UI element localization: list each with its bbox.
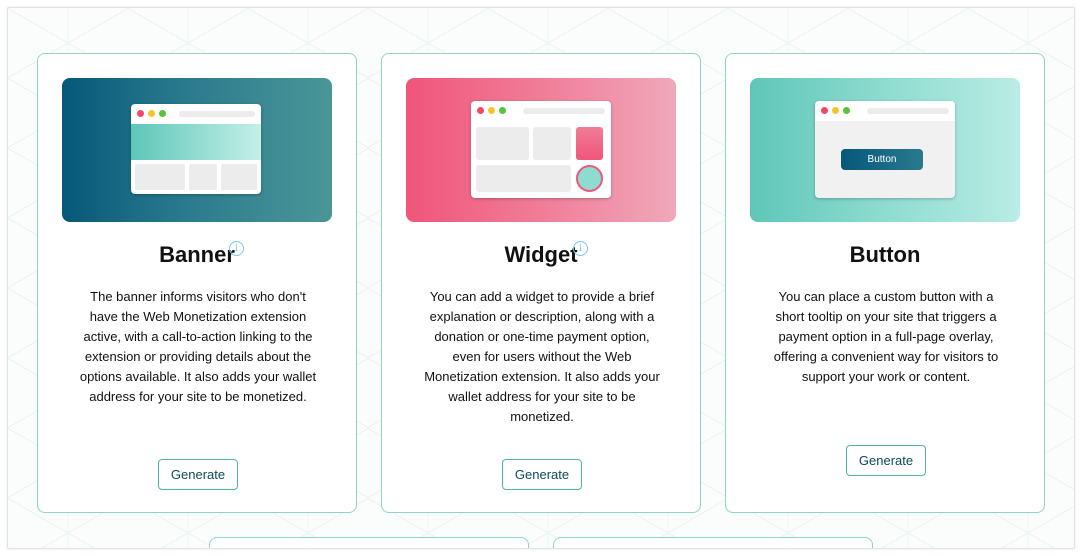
button-preview-image: Button [750,78,1020,222]
card-description: You can add a widget to provide a brief … [424,289,660,424]
generate-button-button[interactable]: Generate [846,445,926,476]
browser-window-illustration: Button [815,101,955,198]
generate-banner-button[interactable]: Generate [158,459,238,490]
next-row-card [209,537,529,548]
browser-window-illustration [131,104,261,194]
widget-preview-image [406,78,676,222]
page-frame: Banner i The banner informs visitors who… [7,7,1075,549]
banner-card: Banner i The banner informs visitors who… [37,53,357,513]
card-title: Button [849,242,921,267]
info-icon[interactable]: i [229,241,244,256]
card-title: Widget [504,242,578,267]
card-description: The banner informs visitors who don't ha… [79,289,317,404]
preview-button-illustration: Button [841,149,923,170]
info-icon[interactable]: i [573,241,588,256]
card-title: Banner [159,242,235,267]
widget-card: Widget i You can add a widget to provide… [381,53,701,513]
banner-preview-image [62,78,332,222]
button-card: Button Button You can place a custom but… [725,53,1045,513]
next-row-card [553,537,873,548]
browser-window-illustration [471,101,611,198]
card-description: You can place a custom button with a sho… [773,289,999,384]
generate-widget-button[interactable]: Generate [502,459,582,490]
